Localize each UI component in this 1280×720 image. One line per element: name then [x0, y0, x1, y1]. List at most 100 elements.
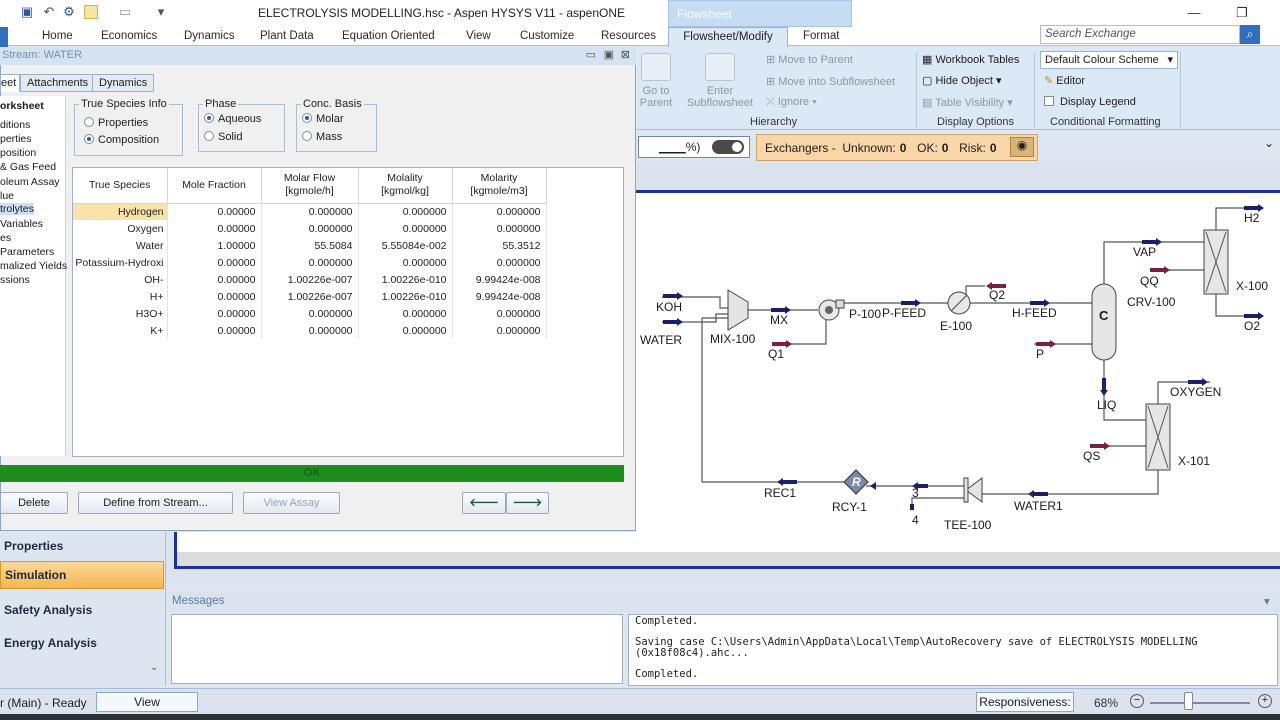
value-cell[interactable]: 0.00000 — [167, 254, 262, 271]
save-icon[interactable]: ▣ — [20, 5, 34, 19]
display-legend-checkbox[interactable]: Display Legend — [1044, 96, 1136, 108]
workbook-tables-button[interactable]: ▦ Workbook Tables — [922, 53, 1019, 66]
species-cell[interactable]: H3O+ — [73, 305, 168, 322]
exchanger-options-icon[interactable]: ◉ — [1010, 137, 1034, 157]
tab-customize[interactable]: Customize — [520, 30, 574, 42]
species-cell[interactable]: K+ — [73, 322, 168, 339]
value-cell[interactable]: 0.000000 — [452, 254, 547, 271]
species-cell[interactable]: Water — [73, 237, 168, 254]
nav-normalized-yields[interactable]: malized Yields — [0, 260, 67, 272]
table-row[interactable]: Oxygen 0.00000 0.000000 0.000000 0.000000 — [73, 220, 547, 237]
colour-scheme-select[interactable]: Default Colour Scheme ▾ — [1040, 51, 1178, 69]
value-cell[interactable]: 0.000000 — [358, 220, 453, 237]
table-row[interactable]: Hydrogen 0.00000 0.000000 0.000000 0.000000 — [73, 203, 547, 220]
value-cell[interactable]: 0.000000 — [358, 254, 453, 271]
value-cell[interactable]: 1.00000 — [167, 237, 262, 254]
species-cell[interactable]: Potassium-Hydroxi — [73, 254, 168, 271]
view-convergence-button[interactable]: View Convergence — [96, 692, 198, 720]
radio-aqueous[interactable]: Aqueous — [204, 113, 261, 125]
radio-solid[interactable]: Solid — [204, 131, 242, 143]
species-cell[interactable]: OH- — [73, 271, 168, 288]
unit-label-x-101[interactable]: X-101 — [1178, 454, 1210, 468]
nav-energy-analysis-button[interactable]: Energy Analysis — [0, 630, 164, 658]
nav-emissions[interactable]: ssions — [0, 274, 30, 286]
value-cell[interactable]: 1.00226e-007 — [261, 271, 359, 288]
value-cell[interactable]: 0.000000 — [452, 322, 547, 339]
stream-label-4[interactable]: 4 — [912, 513, 919, 527]
tab-home[interactable]: Home — [42, 30, 73, 42]
nav-composition[interactable]: position — [0, 147, 36, 159]
table-row[interactable]: H3O+ 0.00000 0.000000 0.000000 0.000000 — [73, 305, 547, 322]
value-cell[interactable]: 0.00000 — [167, 288, 262, 305]
value-cell[interactable]: 55.3512 — [452, 237, 547, 254]
nav-properties-button[interactable]: Properties — [0, 533, 164, 561]
unit-label-e-100[interactable]: E-100 — [940, 319, 972, 333]
enter-subflowsheet-button[interactable]: Enter Subflowsheet — [682, 53, 758, 109]
folder-icon[interactable] — [84, 5, 98, 19]
nav-user-variables[interactable]: Variables — [0, 218, 43, 230]
chevron-down-icon[interactable]: ⌄ — [1264, 136, 1274, 150]
pfd-horizontal-scrollbar[interactable] — [177, 552, 1280, 566]
unit-label-crv-100[interactable]: CRV-100 — [1127, 295, 1175, 309]
stream-label-liq[interactable]: LIQ — [1097, 398, 1116, 412]
table-row[interactable]: OH- 0.00000 1.00226e-007 1.00226e-010 9.9942… — [73, 271, 547, 288]
delete-button[interactable]: Delete — [0, 492, 68, 514]
value-cell[interactable]: 9.99424e-008 — [452, 288, 547, 305]
value-cell[interactable]: 0.000000 — [358, 322, 453, 339]
nav-safety-analysis-button[interactable]: Safety Analysis — [0, 597, 164, 625]
tab-worksheet[interactable]: eet — [0, 74, 20, 92]
value-cell[interactable]: 1.00226e-010 — [358, 271, 453, 288]
unit-label-tee-100[interactable]: TEE-100 — [944, 518, 991, 532]
tab-economics[interactable]: Economics — [101, 30, 157, 42]
value-cell[interactable]: 0.000000 — [261, 203, 359, 220]
stream-label-p-feed[interactable]: P-FEED — [882, 306, 926, 320]
stream-label-rec1[interactable]: REC1 — [764, 486, 796, 500]
previous-stream-icon[interactable]: 🡐 — [462, 492, 506, 514]
value-cell[interactable]: 0.000000 — [261, 305, 359, 322]
value-cell[interactable]: 0.000000 — [261, 254, 359, 271]
tab-attachments[interactable]: Attachments — [20, 74, 96, 92]
nav-petroleum-assay[interactable]: oleum Assay — [0, 176, 60, 188]
value-cell[interactable]: 0.00000 — [167, 220, 262, 237]
nav-oil-gas-feed[interactable]: & Gas Feed — [0, 161, 56, 173]
go-to-parent-button[interactable]: Go to Parent — [638, 53, 674, 109]
define-from-stream-button[interactable]: Define from Stream... — [78, 492, 233, 514]
value-cell[interactable]: 0.00000 — [167, 305, 262, 322]
value-cell[interactable]: 0.000000 — [358, 305, 453, 322]
chevron-down-icon[interactable]: ▾ — [1264, 594, 1270, 608]
nav-worksheet[interactable]: orksheet — [0, 100, 44, 112]
stream-label-h-feed[interactable]: H-FEED — [1012, 306, 1057, 320]
search-icon[interactable]: ⌕ — [1240, 25, 1260, 44]
close-icon[interactable]: ⊠ — [621, 48, 630, 61]
zoom-in-icon[interactable]: + — [1258, 694, 1272, 708]
nav-overflow-icon[interactable]: ⌄ — [150, 662, 158, 673]
nav-electrolytes[interactable]: trolytes — [0, 203, 34, 215]
stream-label-vap[interactable]: VAP — [1133, 245, 1156, 259]
value-cell[interactable]: 0.000000 — [452, 305, 547, 322]
zoom-out-icon[interactable]: − — [1130, 694, 1144, 708]
stream-label-p[interactable]: P — [1036, 347, 1044, 361]
radio-properties[interactable]: Properties — [84, 117, 148, 129]
customize-icon[interactable]: ▾ — [154, 5, 168, 19]
radio-mass[interactable]: Mass — [302, 131, 342, 143]
species-cell[interactable]: H+ — [73, 288, 168, 305]
next-stream-icon[interactable]: 🡒 — [506, 492, 549, 514]
responsiveness-button[interactable]: Responsiveness: 5 — [976, 692, 1074, 720]
tab-format[interactable]: Format — [803, 30, 839, 42]
value-cell[interactable]: 0.000000 — [261, 220, 359, 237]
value-cell[interactable]: 0.00000 — [167, 271, 262, 288]
value-cell[interactable]: 0.00000 — [167, 322, 262, 339]
unit-label-rcy-1[interactable]: RCY-1 — [832, 500, 867, 514]
table-visibility-button[interactable]: ▤ Table Visibility ▾ — [922, 96, 1013, 109]
stream-label-oxygen[interactable]: OXYGEN — [1170, 385, 1221, 399]
stream-label-3[interactable]: 3 — [912, 486, 919, 500]
nav-cost-parameters[interactable]: Parameters — [0, 246, 54, 258]
stream-label-water[interactable]: WATER — [640, 333, 682, 347]
search-exchange-input[interactable]: Search Exchange — [1040, 25, 1240, 44]
messages-left-pane[interactable] — [171, 614, 623, 684]
file-tab[interactable] — [0, 27, 8, 47]
nav-notes[interactable]: es — [0, 232, 11, 244]
undo-icon[interactable]: ↶ — [42, 5, 56, 19]
species-cell[interactable]: Oxygen — [73, 220, 168, 237]
stream-label-qs[interactable]: QS — [1083, 449, 1100, 463]
